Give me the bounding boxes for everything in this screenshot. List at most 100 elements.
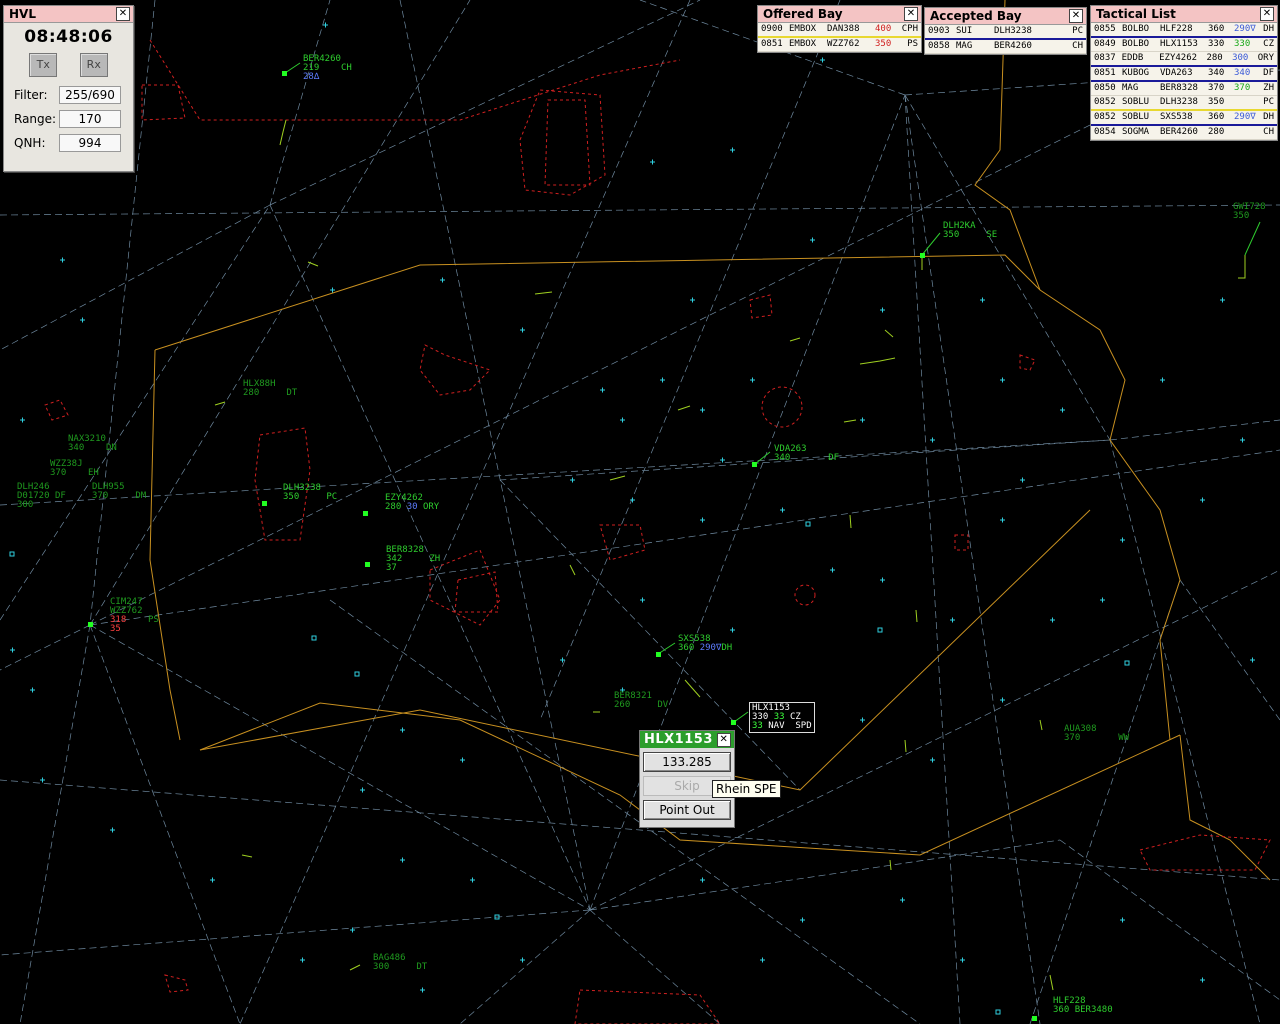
callsign-cell[interactable]: DLH3238 (994, 25, 1042, 38)
rx-button[interactable]: Rx (79, 53, 108, 77)
exit-level-cell[interactable]: 290∇ (1234, 23, 1260, 36)
callsign-cell[interactable]: BER8328 (1160, 82, 1208, 95)
level-cell[interactable]: 400 (875, 23, 901, 36)
exit-level-cell[interactable] (1234, 96, 1260, 109)
flight-level: 360 (678, 643, 695, 653)
close-icon[interactable]: ✕ (116, 7, 130, 21)
tx-button[interactable]: Tx (29, 53, 58, 77)
aircraft-target[interactable] (752, 462, 757, 467)
level-cell[interactable]: 280 (1208, 126, 1234, 139)
track-label-nax3210[interactable]: NAX3210 340 DN (68, 435, 117, 453)
track-label-dlh955[interactable]: DLH955 370 DM (92, 483, 146, 501)
exit-level-cell[interactable]: 300 (1232, 52, 1258, 65)
track-label-aua308[interactable]: AUA308 370 WW (1064, 725, 1129, 743)
qnh-field[interactable]: 994 (59, 134, 121, 152)
exit-level-cell[interactable]: 370 (1234, 82, 1260, 95)
tactical-row[interactable]: 0849 BOLBO HLX1153 330 330 CZ (1091, 38, 1277, 52)
tactical-row[interactable]: 0852 SOBLU DLH3238 350 PC (1091, 96, 1277, 111)
offered-row[interactable]: 0851 EMBOX WZZ762 350 PS (758, 38, 921, 52)
callsign-cell[interactable]: HLF228 (1160, 23, 1208, 36)
level-cell[interactable]: 350 (1208, 96, 1234, 109)
accepted-row[interactable]: 0858 MAG BER4260 CH (925, 40, 1086, 54)
cleared-level: 290∇ (699, 643, 722, 653)
aircraft-target[interactable] (656, 652, 661, 657)
track-label-dlh3238[interactable]: DLH3238 350 PC (283, 484, 337, 502)
radar-display[interactable] (0, 0, 1280, 1024)
track-label-ber4260[interactable]: BER4260 219 CH 28∆ (303, 55, 352, 82)
exit-level-cell[interactable] (1234, 126, 1260, 139)
track-label-gwi728[interactable]: GWI728 350 (1233, 203, 1266, 221)
callsign-cell[interactable]: BER4260 (1160, 126, 1208, 139)
level-cell[interactable]: 360 (1208, 23, 1234, 36)
callsign-cell[interactable]: EZY4262 (1159, 52, 1206, 65)
point-cell: MAG (1122, 83, 1139, 93)
tactical-row[interactable]: 0837 EDDB EZY4262 280 300 ORY (1091, 52, 1277, 67)
aircraft-target-selected[interactable] (731, 720, 736, 725)
nav-field[interactable]: NAV (768, 721, 784, 731)
aircraft-target[interactable] (282, 71, 287, 76)
level-cell[interactable]: 360 (1208, 111, 1234, 124)
track-label-ber8328[interactable]: BER8328 342 ZH 37 (386, 546, 440, 573)
callsign-overlap[interactable]: BER3480 (1075, 1005, 1113, 1015)
aircraft-target[interactable] (365, 562, 370, 567)
aircraft-target[interactable] (920, 253, 925, 258)
track-label-cim247[interactable]: CIM247 WZZ762 318 PS 35 (110, 598, 159, 634)
offered-row[interactable]: 0900 EMBOX DAN388 400 CPH (758, 23, 921, 38)
tactical-row[interactable]: 0851 KUBOG VDA263 340 340 DF (1091, 67, 1277, 82)
close-icon[interactable]: ✕ (1260, 7, 1274, 21)
track-label-dlh2ka[interactable]: DLH2KA 350 SE (943, 222, 997, 240)
point-out-button[interactable]: Point Out (643, 800, 731, 820)
track-label-hlx1153[interactable]: HLX1153 330 33 CZ 33 NAV SPD (749, 702, 815, 733)
level-cell[interactable]: 330 (1208, 38, 1234, 51)
offered-bay-titlebar[interactable]: Offered Bay ✕ (758, 6, 921, 23)
close-icon[interactable]: ✕ (717, 733, 731, 747)
level-cell[interactable]: 350 (875, 38, 901, 51)
hvl-titlebar[interactable]: HVL ✕ (4, 6, 133, 23)
close-icon[interactable]: ✕ (904, 7, 918, 21)
aircraft-target[interactable] (262, 501, 267, 506)
tactical-list-titlebar[interactable]: Tactical List ✕ (1091, 6, 1277, 23)
callsign-cell[interactable]: HLX1153 (1160, 38, 1208, 51)
track-label-vda263[interactable]: VDA263 340 DF (774, 445, 839, 463)
range-field[interactable]: 170 (59, 110, 121, 128)
tactical-row[interactable]: 0854 SOGMA BER4260 280 CH (1091, 126, 1277, 140)
callsign-cell[interactable]: VDA263 (1160, 67, 1208, 80)
exit-level-cell[interactable]: 330 (1234, 38, 1260, 51)
level-cell[interactable]: 280 (1206, 52, 1232, 65)
close-icon[interactable]: ✕ (1069, 9, 1083, 23)
track-label-ezy4262[interactable]: EZY4262 280 30 ORY (385, 494, 439, 512)
accepted-row[interactable]: 0903 SUI DLH3238 PC (925, 25, 1086, 40)
level-cell[interactable]: 340 (1208, 67, 1234, 80)
track-label-hlf228[interactable]: HLF228 360 BER3480 (1053, 997, 1113, 1015)
callsign-cell[interactable]: SXS538 (1160, 111, 1208, 124)
callsign-cell[interactable]: DLH3238 (1160, 96, 1208, 109)
track-label-dlh246[interactable]: DLH246 D01720 DF 300 (17, 483, 66, 510)
tactical-row[interactable]: 0850 MAG BER8328 370 370 ZH (1091, 82, 1277, 96)
exit-level-cell[interactable]: 290∇ (1234, 111, 1260, 124)
callsign-cell[interactable]: DAN388 (827, 23, 875, 36)
track-label-wzz38j[interactable]: WZZ38J 370 EH (50, 460, 99, 478)
range-label: Range: (14, 112, 57, 126)
flight-level: 350 (283, 492, 300, 502)
filter-field[interactable]: 255/690 (59, 86, 121, 104)
exit-level[interactable]: 33 (752, 721, 763, 731)
tactical-row[interactable]: 0855 BOLBO HLF228 360 290∇ DH (1091, 23, 1277, 38)
callsign-cell[interactable]: WZZ762 (827, 38, 875, 51)
tactical-row[interactable]: 0852 SOBLU SXS538 360 290∇ DH (1091, 111, 1277, 126)
callsign-cell[interactable]: BER4260 (994, 40, 1042, 53)
frequency-button[interactable]: 133.285 (643, 752, 731, 772)
track-label-sxs538[interactable]: SXS538 360 290∇DH (678, 635, 732, 653)
track-label-ber8321[interactable]: BER8321 260 DV (614, 692, 668, 710)
aircraft-target[interactable] (1032, 1016, 1037, 1021)
popup-titlebar[interactable]: HLX1153 ✕ (640, 731, 734, 748)
dest-cell: ZH (1263, 83, 1274, 93)
accepted-bay-panel: Accepted Bay ✕ 0903 SUI DLH3238 PC 0858 MAG B… (924, 7, 1087, 55)
level-cell[interactable]: 370 (1208, 82, 1234, 95)
exit-level-cell[interactable]: 340 (1234, 67, 1260, 80)
aircraft-target[interactable] (88, 622, 93, 627)
track-label-hlx88h[interactable]: HLX88H 280 DT (243, 380, 297, 398)
aircraft-target[interactable] (363, 511, 368, 516)
accepted-bay-titlebar[interactable]: Accepted Bay ✕ (925, 8, 1086, 25)
speed-field[interactable]: SPD (795, 721, 811, 731)
track-label-bag486[interactable]: BAG486 300 DT (373, 954, 427, 972)
